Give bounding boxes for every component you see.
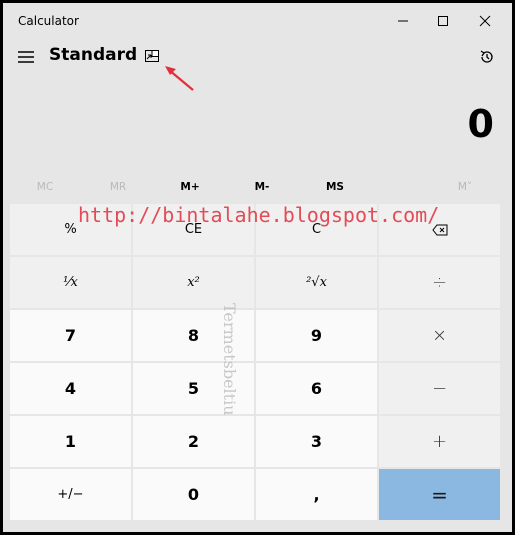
window-title: Calculator [18, 14, 79, 28]
memory-list-button[interactable]: M˅ [429, 181, 501, 193]
percent-label: % [64, 222, 77, 237]
close-icon [479, 15, 491, 27]
clear-label: C [311, 222, 322, 237]
keep-on-top-button[interactable] [139, 43, 165, 69]
decimal-label: , [313, 485, 320, 504]
equals-button[interactable]: = [379, 469, 500, 520]
percent-button[interactable]: % [10, 204, 131, 255]
divide-button[interactable]: ÷ [379, 257, 500, 308]
memory-recall-button[interactable]: MR [82, 181, 154, 193]
header: Standard [3, 39, 512, 79]
negate-label: +/− [57, 487, 84, 502]
digit-7-label: 7 [64, 326, 77, 345]
memory-row: MC MR M+ M- MS M˅ [3, 181, 512, 201]
square-button[interactable]: x² [133, 257, 254, 308]
multiply-button[interactable]: × [379, 310, 500, 361]
memory-subtract-button[interactable]: M- [226, 181, 298, 193]
keep-on-top-icon [145, 50, 159, 62]
memory-store-button[interactable]: MS [299, 181, 371, 193]
digit-9-label: 9 [310, 326, 323, 345]
digit-3-button[interactable]: 3 [256, 416, 377, 467]
plus-button[interactable]: + [379, 416, 500, 467]
history-button[interactable] [473, 43, 501, 71]
digit-4-button[interactable]: 4 [10, 363, 131, 414]
digit-5-button[interactable]: 5 [133, 363, 254, 414]
digit-4-label: 4 [64, 379, 77, 398]
square-root-button[interactable]: ²√x [256, 257, 377, 308]
digit-2-label: 2 [187, 432, 200, 451]
digit-8-button[interactable]: 8 [133, 310, 254, 361]
clear-entry-button[interactable]: CE [133, 204, 254, 255]
clear-entry-label: CE [184, 222, 203, 237]
mode-title: Standard [49, 45, 138, 65]
digit-1-button[interactable]: 1 [10, 416, 131, 467]
backspace-icon [431, 224, 447, 235]
digit-0-label: 0 [187, 485, 200, 504]
maximize-icon [438, 16, 448, 26]
square-root-label: ²√x [306, 275, 327, 290]
history-icon [480, 50, 493, 63]
digit-5-label: 5 [187, 379, 200, 398]
close-button[interactable] [462, 3, 508, 39]
minus-label: − [431, 378, 448, 399]
square-label: x² [187, 275, 200, 290]
negate-button[interactable]: +/− [10, 469, 131, 520]
keypad: % CE C ⅟x x² ²√x ÷ 7 8 9 × 4 5 6 − 1 2 3… [10, 204, 504, 526]
reciprocal-button[interactable]: ⅟x [10, 257, 131, 308]
plus-label: + [431, 431, 448, 452]
reciprocal-label: ⅟x [63, 275, 78, 290]
minus-button[interactable]: − [379, 363, 500, 414]
digit-6-label: 6 [310, 379, 323, 398]
digit-2-button[interactable]: 2 [133, 416, 254, 467]
clear-button[interactable]: C [256, 204, 377, 255]
divide-label: ÷ [431, 272, 448, 293]
digit-3-label: 3 [310, 432, 323, 451]
digit-9-button[interactable]: 9 [256, 310, 377, 361]
digit-1-label: 1 [64, 432, 77, 451]
multiply-label: × [431, 325, 448, 346]
equals-label: = [431, 482, 448, 507]
memory-add-button[interactable]: M+ [154, 181, 226, 193]
digit-7-button[interactable]: 7 [10, 310, 131, 361]
title-bar: Calculator [3, 3, 512, 39]
decimal-button[interactable]: , [256, 469, 377, 520]
digit-6-button[interactable]: 6 [256, 363, 377, 414]
backspace-button[interactable] [379, 204, 500, 255]
minimize-icon [398, 20, 408, 22]
maximize-button[interactable] [420, 3, 466, 39]
calculator-window: Calculator Standard 0 MC MR M+ M- MS M˅ … [3, 3, 512, 532]
navigation-menu-button[interactable] [11, 42, 41, 72]
hamburger-icon [18, 51, 34, 63]
digit-8-label: 8 [187, 326, 200, 345]
memory-clear-button[interactable]: MC [9, 181, 81, 193]
digit-0-button[interactable]: 0 [133, 469, 254, 520]
result-display: 0 [467, 102, 494, 146]
